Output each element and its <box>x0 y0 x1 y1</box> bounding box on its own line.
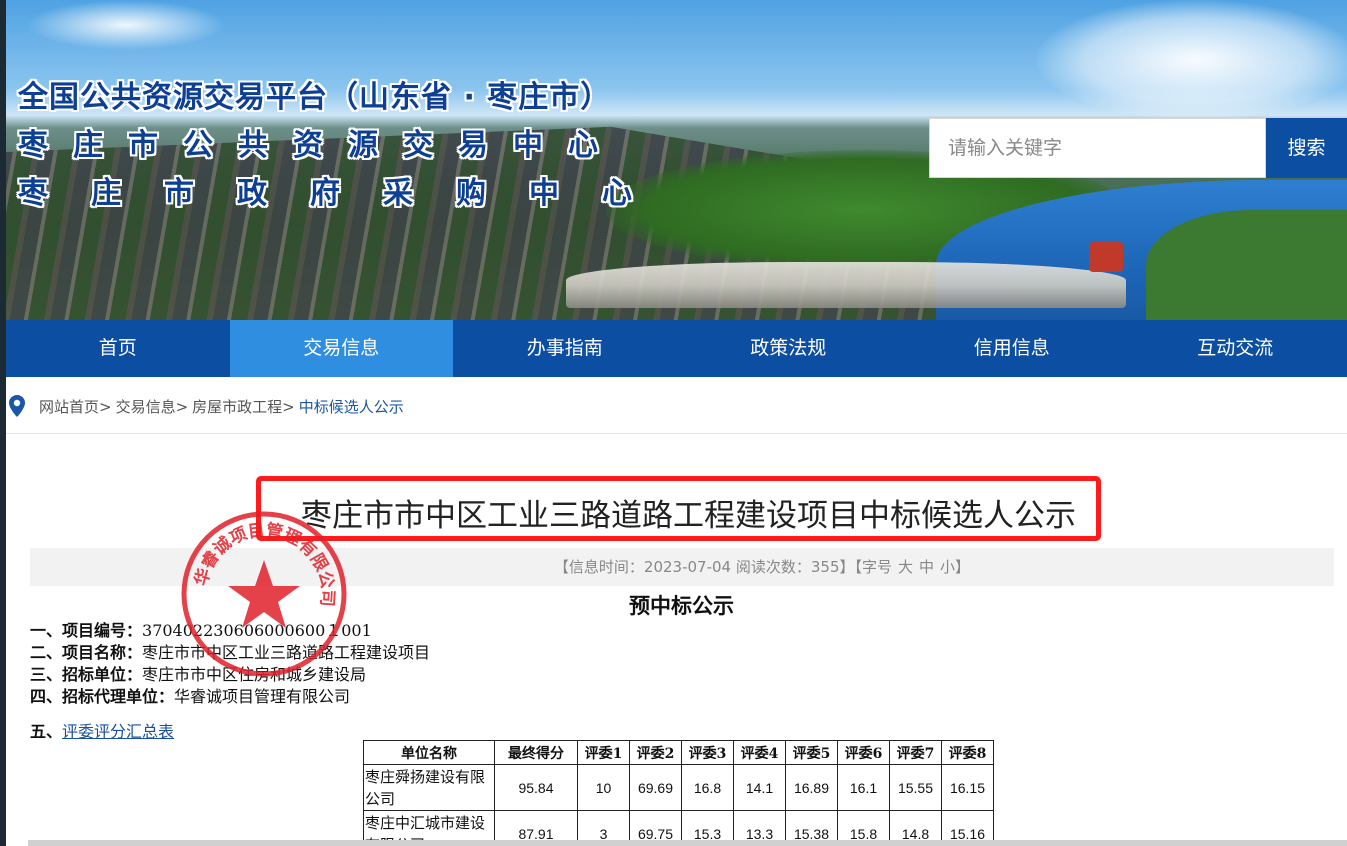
section-5: 五、评委评分汇总表 <box>30 722 175 741</box>
main-nav: 首页 交易信息 办事指南 政策法规 信用信息 互动交流 <box>6 320 1347 377</box>
document-title: 预中标公示 <box>629 593 734 618</box>
meta-info: 【信息时间：2023-07-04 阅读次数：355】【字号 <box>553 558 892 576</box>
meta-close: 】 <box>955 558 971 576</box>
nav-item-trade-info[interactable]: 交易信息 <box>229 320 453 377</box>
cell-score: 16.8 <box>681 764 734 811</box>
project-number-line: 一、项目编号：370402230606000600１001 <box>30 621 372 640</box>
cell-score: 14.1 <box>733 764 786 811</box>
cell-score: 16.15 <box>941 764 994 811</box>
font-size-large[interactable]: 大 <box>898 558 913 576</box>
nav-item-policy[interactable]: 政策法规 <box>677 320 901 377</box>
cell-score: 69.69 <box>629 764 682 811</box>
cell-final-score: 95.84 <box>494 764 578 811</box>
col-header: 评委4 <box>733 740 786 765</box>
cell-score: 15.55 <box>889 764 942 811</box>
search-input[interactable]: 请输入关键字 <box>929 118 1266 178</box>
article-meta: 【信息时间：2023-07-04 阅读次数：355】【字号大中小】 <box>30 548 1334 586</box>
site-title: 全国公共资源交易平台（山东省 · 枣庄市） 枣庄市公共资源交易中心 枣庄市政府采… <box>18 78 675 218</box>
font-size-small[interactable]: 小 <box>940 558 955 576</box>
score-table: 单位名称 最终得分 评委1 评委2 评委3 评委4 评委5 评委6 评委7 评委… <box>363 740 994 846</box>
site-title-line-1: 全国公共资源交易平台（山东省 · 枣庄市） <box>18 80 612 115</box>
tenderer-line: 三、招标单位：枣庄市市中区住房和城乡建设局 <box>30 665 367 684</box>
nav-item-guide[interactable]: 办事指南 <box>453 320 677 377</box>
cell-score: 16.1 <box>837 764 890 811</box>
score-summary-link[interactable]: 评委评分汇总表 <box>62 722 174 741</box>
breadcrumb-trade-info[interactable]: 交易信息> <box>116 396 189 417</box>
search-button[interactable]: 搜索 <box>1266 118 1347 178</box>
breadcrumb-housing[interactable]: 房屋市政工程> <box>192 396 295 417</box>
breadcrumb-current[interactable]: 中标候选人公示 <box>299 396 404 417</box>
horizontal-scrollbar[interactable] <box>28 840 1347 846</box>
breadcrumb-home[interactable]: 网站首页> <box>39 396 112 417</box>
table-row: 枣庄舜扬建设有限公司 95.84 10 69.69 16.8 14.1 16.8… <box>363 764 994 811</box>
col-header: 评委2 <box>629 740 682 765</box>
document-body: 一、项目编号：370402230606000600１001 二、项目名称：枣庄市… <box>30 620 430 708</box>
col-header: 评委7 <box>889 740 942 765</box>
nav-item-home[interactable]: 首页 <box>6 320 230 377</box>
col-header: 最终得分 <box>494 740 578 765</box>
table-header-row: 单位名称 最终得分 评委1 评委2 评委3 评委4 评委5 评委6 评委7 评委… <box>363 740 994 765</box>
font-size-medium[interactable]: 中 <box>919 558 934 576</box>
site-title-line-3: 枣庄市政府采购中心 <box>18 176 675 211</box>
col-header: 评委3 <box>681 740 734 765</box>
nav-item-interaction[interactable]: 互动交流 <box>1124 320 1347 377</box>
project-name-line: 二、项目名称：枣庄市市中区工业三路道路工程建设项目 <box>30 643 431 662</box>
cell-score: 16.89 <box>785 764 838 811</box>
col-header: 评委8 <box>941 740 994 765</box>
col-header: 评委6 <box>837 740 890 765</box>
highlight-frame <box>256 476 1101 541</box>
site-title-line-2: 枣庄市公共资源交易中心 <box>18 128 623 163</box>
col-header: 评委1 <box>577 740 630 765</box>
cell-company: 枣庄舜扬建设有限公司 <box>363 764 495 811</box>
agent-line: 四、招标代理单位：华睿诚项目管理有限公司 <box>30 687 351 706</box>
col-header: 单位名称 <box>363 740 495 765</box>
location-pin-icon <box>9 395 25 417</box>
nav-item-credit[interactable]: 信用信息 <box>900 320 1124 377</box>
breadcrumb: 网站首页> 交易信息> 房屋市政工程> 中标候选人公示 <box>6 390 408 422</box>
cell-score: 10 <box>577 764 630 811</box>
col-header: 评委5 <box>785 740 838 765</box>
divider <box>6 433 1347 434</box>
